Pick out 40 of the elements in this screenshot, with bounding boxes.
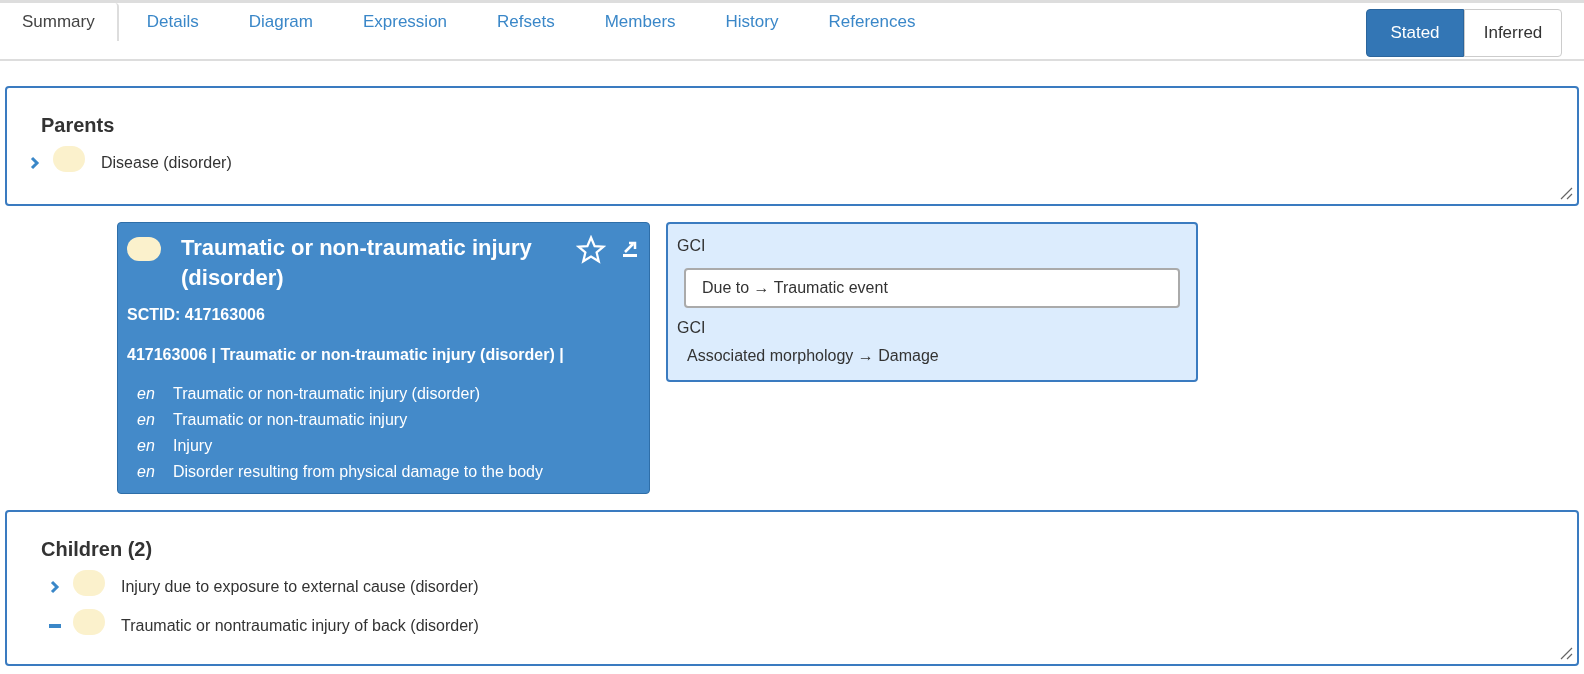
section-title: Parents — [41, 113, 116, 138]
description-term: Injury — [173, 436, 213, 456]
tab[interactable]: Refsets — [475, 3, 577, 41]
concept-label[interactable]: Traumatic or nontraumatic injury of back (disorder) — [121, 613, 479, 638]
concept-pill-icon — [127, 237, 161, 261]
description-term: Traumatic or non-traumatic injury (disorder) — [173, 384, 481, 404]
view-toggle-button[interactable]: Stated — [1366, 9, 1464, 57]
tab[interactable]: Diagram — [226, 3, 335, 41]
concept-pill-icon — [73, 609, 105, 635]
tab[interactable]: Members — [582, 3, 698, 41]
relationship-text: Associated morphology → Damage — [687, 346, 940, 366]
sctid-text: SCTID: 417163006 — [127, 305, 266, 325]
resize-handle-icon[interactable] — [1559, 646, 1573, 660]
tab[interactable]: History — [703, 3, 801, 41]
gci-label: GCI — [677, 236, 707, 256]
concept-label[interactable]: Disease (disorder) — [101, 150, 232, 175]
chevron-right-icon[interactable] — [30, 155, 40, 170]
language-code: en — [136, 436, 156, 456]
concept-pill-icon — [73, 570, 105, 596]
language-code: en — [136, 410, 156, 430]
resize-handle-icon[interactable] — [1559, 186, 1573, 200]
view-toggle-button[interactable]: Inferred — [1464, 9, 1562, 57]
minus-icon — [49, 623, 61, 628]
section-title: Children (2) — [41, 537, 154, 562]
star-icon[interactable] — [576, 235, 606, 265]
tab[interactable]: References — [806, 3, 938, 41]
relationship-group: Due to → Traumatic event — [684, 268, 1180, 308]
description-term: Traumatic or non-traumatic injury — [173, 410, 408, 430]
concept-pill-icon — [53, 146, 85, 172]
language-code: en — [136, 384, 156, 404]
tab[interactable]: Details — [124, 3, 221, 41]
chevron-right-icon[interactable] — [50, 579, 60, 594]
description-term: Disorder resulting from physical damage to the body — [173, 462, 543, 482]
language-code: en — [136, 462, 156, 482]
gci-label: GCI — [677, 318, 707, 338]
export-icon[interactable] — [620, 239, 640, 259]
expression-text: 417163006 | Traumatic or non-traumatic injury (disorder) | — [127, 345, 565, 365]
tab[interactable]: Expression — [340, 3, 470, 41]
concept-label[interactable]: Injury due to exposure to external cause (disorder) — [121, 574, 479, 599]
concept-title: Traumatic or non-traumatic injury (disorder) — [181, 234, 533, 292]
